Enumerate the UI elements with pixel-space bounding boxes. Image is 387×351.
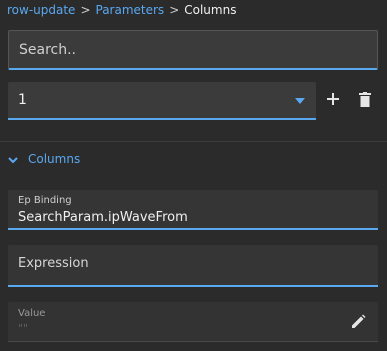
parameter-select[interactable]: 1 (8, 82, 316, 120)
parameter-select-value: 1 (18, 92, 27, 108)
chevron-down-icon (8, 157, 18, 164)
value-label: Value (18, 308, 46, 319)
section-title: Columns (28, 152, 81, 166)
breadcrumb-row-update[interactable]: row-update (7, 3, 75, 17)
value-text: "" (18, 322, 29, 335)
ep-binding-label: Ep Binding (18, 195, 72, 206)
search-input[interactable] (8, 30, 378, 70)
expression-placeholder: Expression (18, 256, 89, 271)
dropdown-caret-icon[interactable] (295, 98, 305, 104)
ep-binding-value: SearchParam.ipWaveFrom (18, 210, 188, 225)
value-field: Value "" (8, 302, 378, 342)
divider (0, 141, 387, 142)
ep-binding-field[interactable]: Ep Binding SearchParam.ipWaveFrom (8, 190, 378, 230)
expression-field[interactable]: Expression (8, 245, 378, 287)
breadcrumb-separator: > (169, 3, 180, 17)
trash-icon[interactable] (358, 92, 372, 108)
breadcrumb: row-update > Parameters > Columns (7, 2, 236, 18)
breadcrumb-parameters[interactable]: Parameters (96, 3, 165, 17)
pencil-icon[interactable] (350, 314, 366, 330)
plus-icon[interactable] (326, 92, 340, 106)
breadcrumb-current: Columns (184, 3, 237, 17)
breadcrumb-separator: > (80, 3, 91, 17)
